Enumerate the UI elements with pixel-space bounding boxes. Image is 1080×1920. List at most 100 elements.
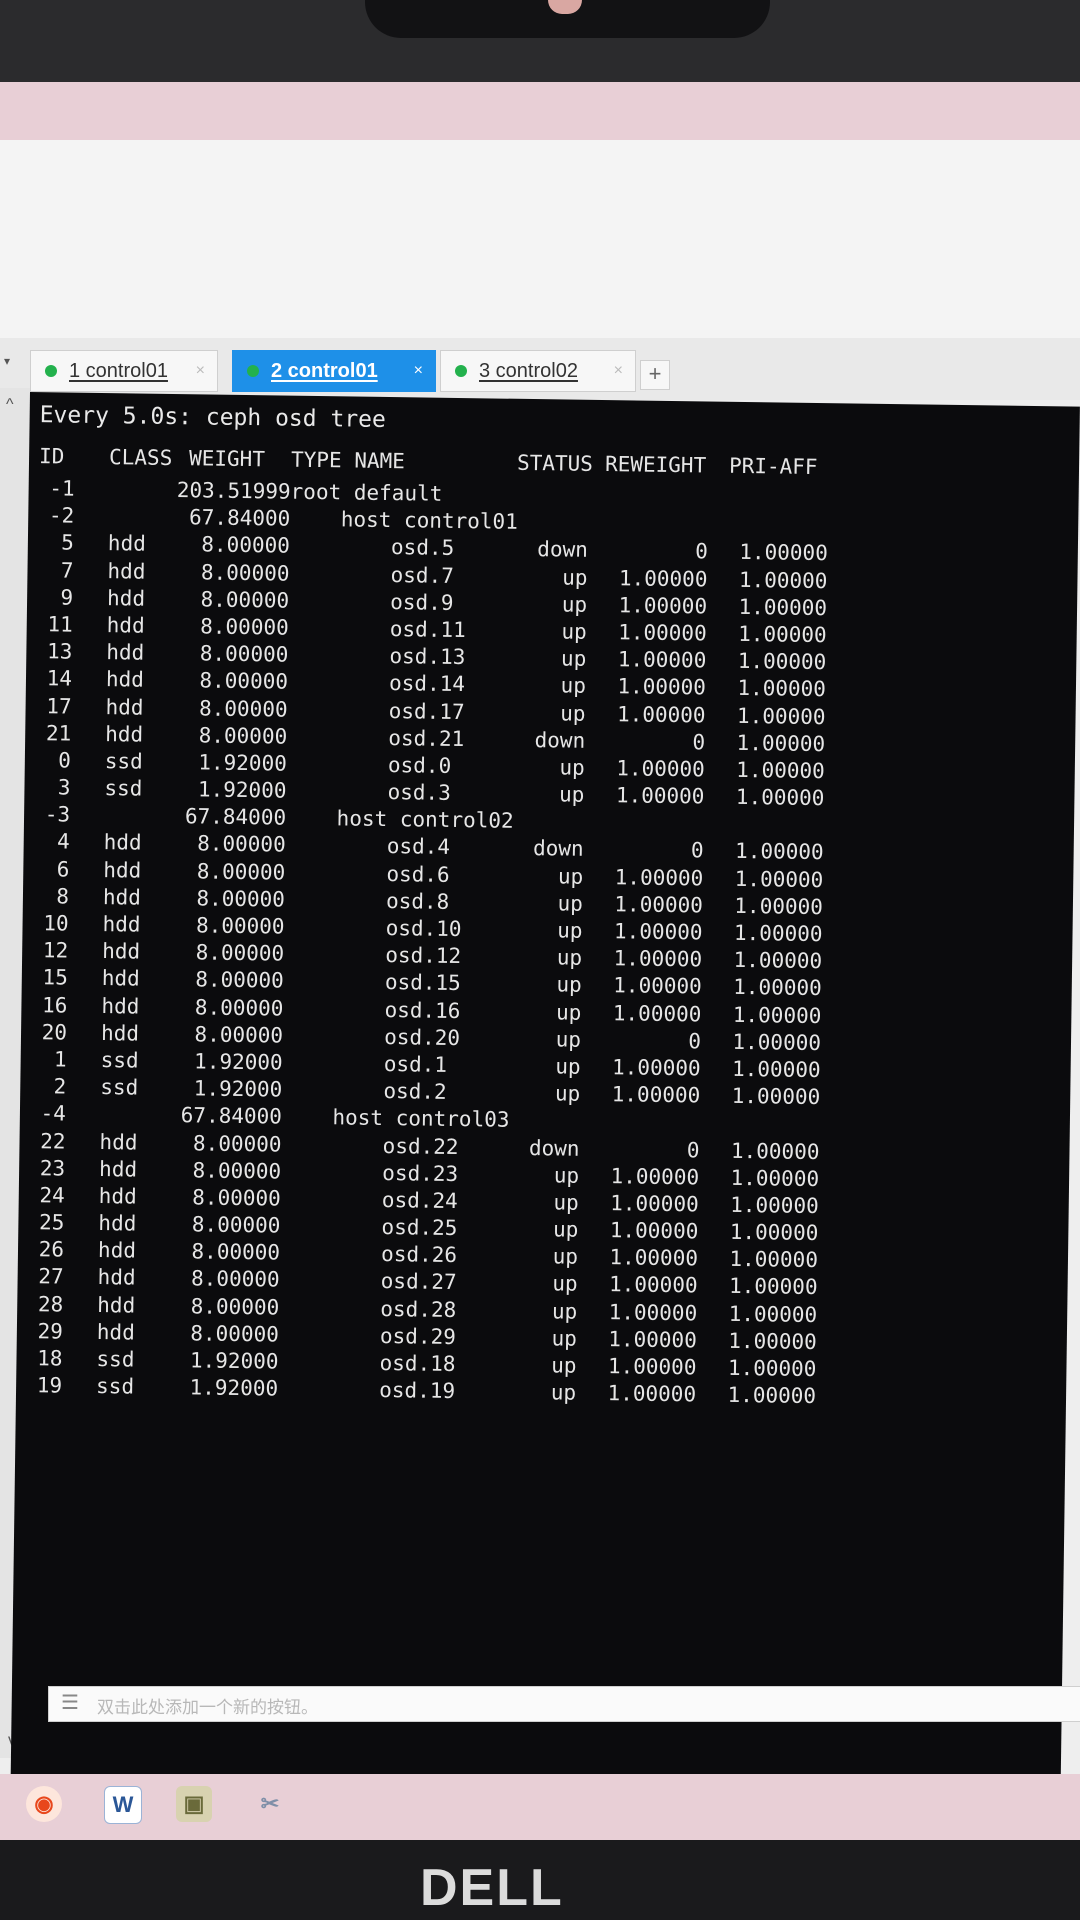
screen: ▾ 1 control01 × 2 control01 × 3 control0… <box>0 82 1080 1840</box>
cell-status: up <box>556 972 582 998</box>
cell-type-name: osd.2 <box>282 1077 447 1105</box>
cell-pri-aff: 1.00000 <box>734 866 824 892</box>
cell-weight: 8.00000 <box>195 967 284 993</box>
close-icon[interactable]: × <box>414 362 423 380</box>
scroll-up-icon[interactable]: ^ <box>6 396 14 414</box>
cell-reweight: 1.00000 <box>613 973 702 999</box>
tab-1[interactable]: 1 control01 × <box>30 350 218 392</box>
cell-type-name: osd.26 <box>279 1240 458 1268</box>
cell-type-name: osd.13 <box>288 642 466 670</box>
cell-status: up <box>551 1326 578 1351</box>
cell-weight: 8.00000 <box>191 1239 281 1265</box>
cell-reweight: 0 <box>695 539 709 564</box>
cell-type-name: osd.23 <box>280 1159 459 1186</box>
tab-label: 1 control01 <box>69 359 168 382</box>
cell-type-name: osd.11 <box>288 615 466 643</box>
cell-reweight: 0 <box>690 838 704 863</box>
cell-reweight: 1.00000 <box>608 1299 698 1326</box>
cell-weight: 8.00000 <box>191 1212 281 1238</box>
cell-pri-aff: 1.00000 <box>729 1219 819 1246</box>
cell-id: 25 <box>38 1210 65 1235</box>
close-icon[interactable]: × <box>196 362 205 380</box>
cell-type-name: osd.21 <box>287 724 465 751</box>
close-icon[interactable]: × <box>614 362 623 380</box>
header-weight: WEIGHT <box>188 446 266 472</box>
cell-id: 13 <box>46 639 73 664</box>
cell-weight: 8.00000 <box>199 668 289 694</box>
cell-class: hdd <box>97 1238 137 1263</box>
cell-class: hdd <box>107 558 146 584</box>
cell-id: 20 <box>41 1019 68 1045</box>
cell-id: 19 <box>36 1373 63 1398</box>
cell-reweight: 1.00000 <box>610 1191 699 1217</box>
cell-status: up <box>550 1353 577 1378</box>
tab-menu-icon[interactable]: ▾ <box>4 354 10 368</box>
cell-type-name: osd.18 <box>278 1349 456 1377</box>
cell-class: hdd <box>100 1020 140 1046</box>
cell-status: up <box>555 1054 581 1079</box>
cell-id: 17 <box>46 693 72 719</box>
blank-area <box>0 140 1080 338</box>
cell-pri-aff: 1.00000 <box>731 1083 821 1110</box>
cell-class: hdd <box>99 1129 138 1155</box>
cell-reweight: 1.00000 <box>618 565 708 592</box>
cell-class: hdd <box>106 640 145 665</box>
cell-id: 22 <box>40 1128 66 1154</box>
cell-pri-aff: 1.00000 <box>733 975 822 1001</box>
cell-pri-aff: 1.00000 <box>738 567 828 593</box>
cell-class: ssd <box>95 1374 135 1399</box>
cell-id: -3 <box>44 802 71 827</box>
tool-icon[interactable]: ✂ <box>252 1786 288 1822</box>
cell-type-name: host control03 <box>281 1104 510 1133</box>
cell-weight: 67.84000 <box>180 1103 283 1129</box>
cell-weight: 1.92000 <box>189 1375 279 1401</box>
cell-class: hdd <box>102 912 141 937</box>
cell-pri-aff: 1.00000 <box>733 920 823 947</box>
cell-weight: 8.00000 <box>194 994 284 1021</box>
cell-class: ssd <box>104 776 143 801</box>
cell-weight: 8.00000 <box>196 886 286 912</box>
cell-reweight: 1.00000 <box>612 1000 702 1026</box>
cell-pri-aff: 1.00000 <box>732 1002 822 1028</box>
tab-label: 3 control02 <box>479 359 578 382</box>
menu-icon[interactable]: ☰ <box>61 1690 79 1715</box>
cell-id: 27 <box>38 1264 64 1289</box>
cell-weight: 8.00000 <box>198 723 288 749</box>
camera-icon[interactable]: ▣ <box>176 1786 212 1822</box>
cell-status: up <box>557 918 583 943</box>
cell-reweight <box>589 484 709 486</box>
cell-id: 3 <box>57 775 71 800</box>
cell-id: 4 <box>56 829 70 855</box>
cell-weight: 8.00000 <box>200 614 289 640</box>
cell-id: 0 <box>58 748 72 773</box>
command-bar[interactable]: ☰ 双击此处添加一个新的按钮。 <box>48 1686 1080 1722</box>
tab-3[interactable]: 3 control02 × <box>440 350 636 392</box>
word-icon[interactable]: W <box>104 1786 142 1824</box>
cell-reweight: 1.00000 <box>614 864 704 891</box>
cell-status: up <box>561 592 588 617</box>
cell-reweight: 1.00000 <box>610 1163 700 1190</box>
cell-id: 2 <box>53 1074 67 1099</box>
cell-pri-aff: 1.00000 <box>738 621 827 648</box>
cell-status: up <box>560 673 587 699</box>
terminal[interactable]: Every 5.0s: ceph osd tree ID CLASS WEIGH… <box>10 392 1080 1791</box>
tab-bar: ▾ 1 control01 × 2 control01 × 3 control0… <box>0 338 1080 400</box>
cell-status: up <box>556 945 583 970</box>
cell-type-name: osd.15 <box>283 968 461 996</box>
cell-status: down <box>534 727 586 753</box>
cell-weight: 8.00000 <box>195 913 285 939</box>
tab-2-active[interactable]: 2 control01 × <box>232 350 436 392</box>
cell-type-name: osd.27 <box>279 1268 457 1295</box>
cell-weight: 8.00000 <box>201 532 291 559</box>
cell-type-name: osd.24 <box>280 1186 458 1213</box>
cell-weight: 1.92000 <box>193 1049 283 1075</box>
cell-weight: 8.00000 <box>194 1022 284 1048</box>
cell-id: 10 <box>43 911 69 936</box>
add-tab-button[interactable]: + <box>640 360 670 390</box>
header-status: STATUS <box>516 450 594 476</box>
monitor-top-bezel <box>0 0 1080 82</box>
cell-status: up <box>551 1299 578 1324</box>
cell-pri-aff: 1.00000 <box>737 649 827 675</box>
cell-class: hdd <box>107 531 146 557</box>
app-swirl-icon[interactable]: ◉ <box>26 1786 62 1822</box>
